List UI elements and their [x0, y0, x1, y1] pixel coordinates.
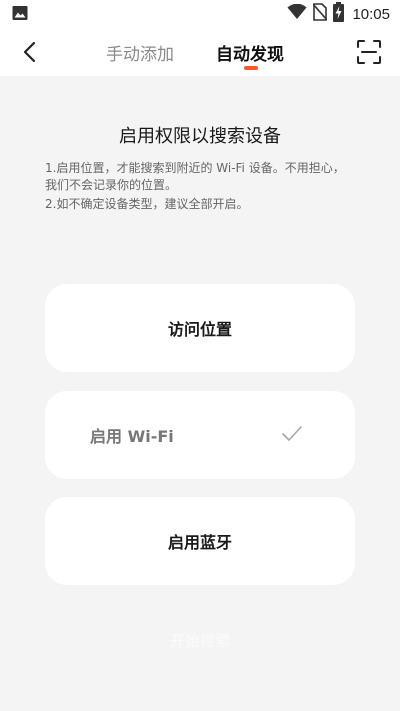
access-location-button[interactable]: 访问位置	[45, 284, 355, 372]
enable-wifi-button[interactable]: 启用 Wi-Fi	[45, 391, 355, 479]
scan-button[interactable]	[356, 39, 382, 65]
tab-manual-add[interactable]: 手动添加	[106, 40, 174, 65]
status-indicators: 10:05	[287, 2, 390, 26]
back-arrow-icon	[23, 41, 36, 63]
scan-icon	[357, 40, 381, 64]
check-icon	[282, 426, 302, 441]
start-search-button[interactable]: 开始搜索	[100, 626, 300, 656]
enable-bluetooth-label: 启用蓝牙	[167, 533, 232, 552]
page-title: 启用权限以搜索设备	[119, 126, 281, 147]
status-time: 10:05	[352, 5, 390, 23]
active-tab-indicator	[244, 66, 258, 70]
tip-location: 1.启用位置，才能搜索到附近的 Wi-Fi 设备。不用担心，我们不会记录你的位置…	[45, 161, 345, 192]
nav-bar: 手动添加 自动发现	[0, 28, 400, 76]
back-button[interactable]	[16, 38, 44, 66]
no-sim-icon	[312, 3, 329, 25]
tab-auto-discover[interactable]: 自动发现	[216, 40, 284, 65]
tip-enable-all: 2.如不确定设备类型，建议全部开启。	[45, 197, 249, 211]
status-bar: 10:05	[0, 0, 400, 28]
image-icon	[12, 5, 28, 21]
enable-bluetooth-button[interactable]: 启用蓝牙	[45, 497, 355, 585]
access-location-label: 访问位置	[167, 320, 232, 339]
wifi-icon	[287, 3, 307, 24]
battery-charging-icon	[333, 2, 345, 26]
enable-wifi-label: 启用 Wi-Fi	[90, 427, 174, 446]
tips: 1.启用位置，才能搜索到附近的 Wi-Fi 设备。不用担心，我们不会记录你的位置…	[45, 160, 355, 213]
